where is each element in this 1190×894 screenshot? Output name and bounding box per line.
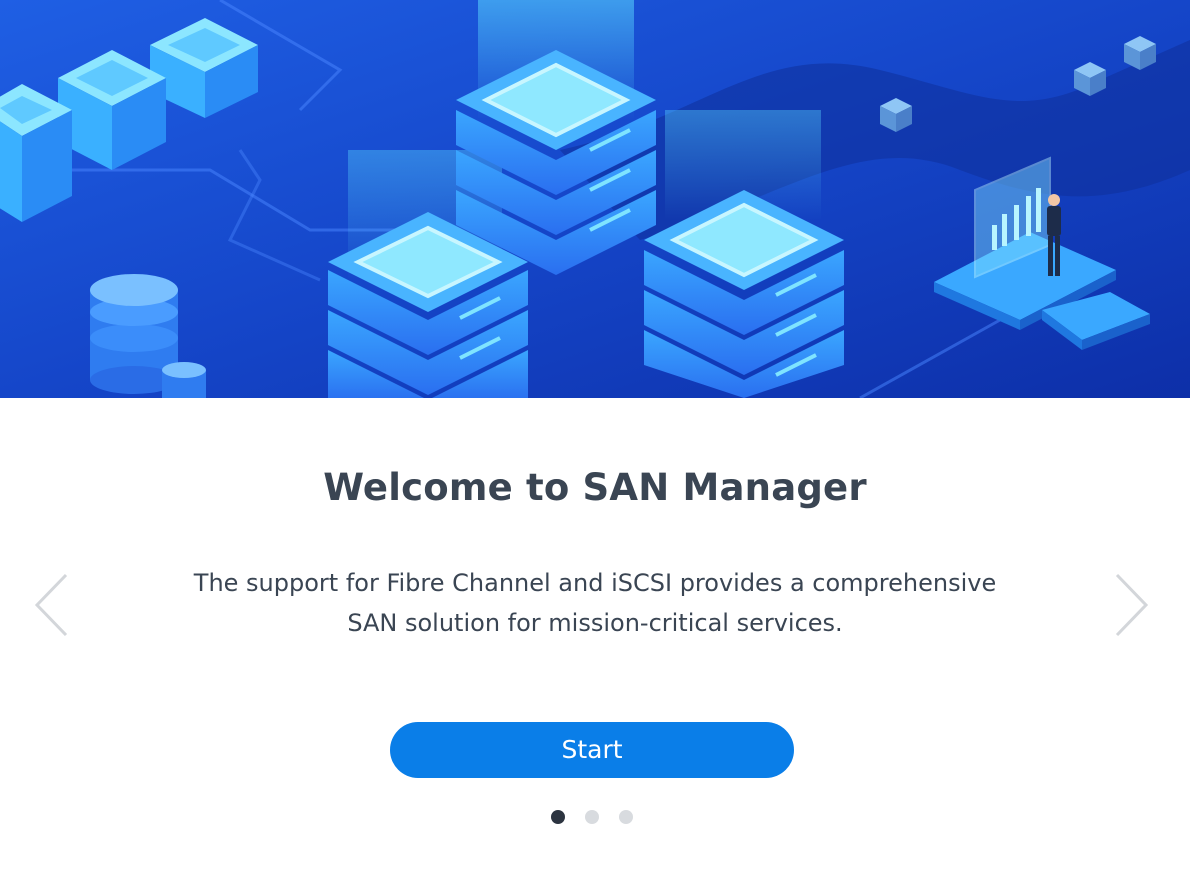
welcome-page: Welcome to SAN Manager The support for F… xyxy=(0,0,1190,894)
slide-pager xyxy=(551,810,633,824)
next-slide-button[interactable] xyxy=(1111,572,1151,638)
previous-slide-button[interactable] xyxy=(32,572,72,638)
hero-illustration xyxy=(0,0,1190,398)
welcome-description: The support for Fibre Channel and iSCSI … xyxy=(145,563,1045,643)
start-button[interactable]: Start xyxy=(390,722,794,778)
page-title: Welcome to SAN Manager xyxy=(323,466,867,509)
description-line-2: SAN solution for mission-critical servic… xyxy=(347,609,843,637)
pager-dot-2[interactable] xyxy=(585,810,599,824)
pager-dot-1[interactable] xyxy=(551,810,565,824)
description-line-1: The support for Fibre Channel and iSCSI … xyxy=(193,569,997,597)
pager-dot-3[interactable] xyxy=(619,810,633,824)
chevron-left-icon xyxy=(34,573,68,637)
chevron-right-icon xyxy=(1115,573,1149,637)
